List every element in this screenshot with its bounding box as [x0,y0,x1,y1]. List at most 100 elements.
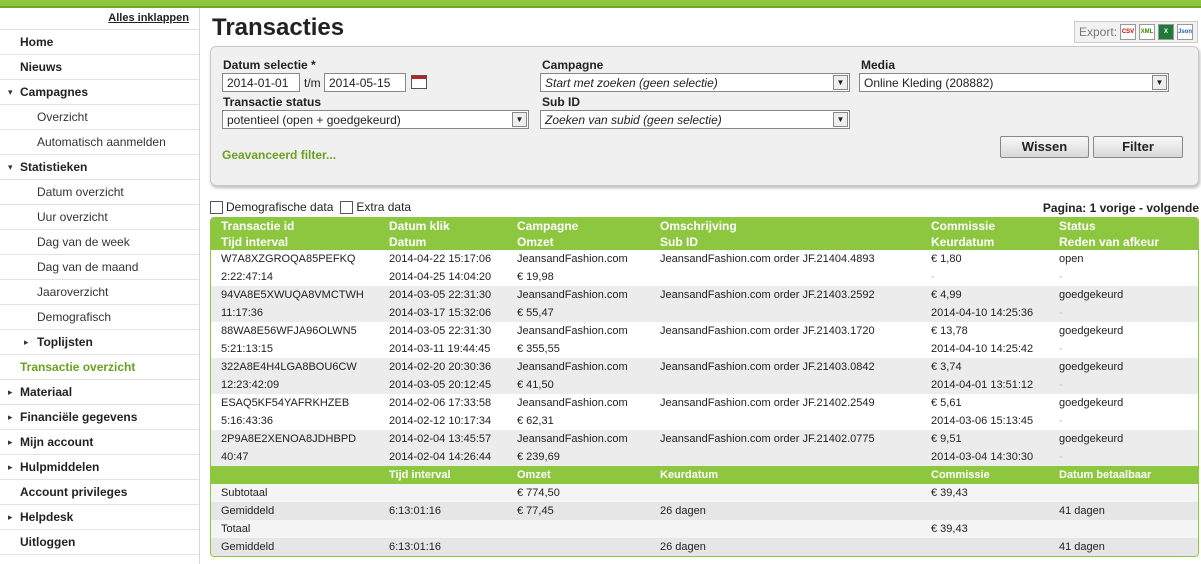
table-cell: - [1049,304,1198,322]
table-cell: open [1049,250,1198,268]
column-header: Datum klik [379,218,507,234]
sidebar-item-account-privileges[interactable]: Account privileges [0,480,199,505]
sidebar-item-statistieken[interactable]: ▾ Statistieken [0,155,199,180]
transaction-status-select[interactable]: potentieel (open + goedgekeurd) ▼ [222,110,529,129]
sidebar-item-label: Toplijsten [37,335,93,349]
summary-cell [379,520,507,538]
table-header: Transactie id Datum klik Campagne Omschrijv… [211,218,1198,250]
sidebar-item-dag-van-de-maand[interactable]: Dag van de maand [0,255,199,280]
filter-button[interactable]: Filter [1093,136,1183,158]
sidebar-item-dag-van-de-week[interactable]: Dag van de week [0,230,199,255]
table-row[interactable]: 12:23:42:09 2014-03-05 20:12:45 € 41,50 201… [211,376,1198,394]
export-excel-icon[interactable]: X [1158,24,1174,40]
next-page-link[interactable]: volgende [1146,201,1199,215]
sidebar-item-home[interactable]: Home [0,30,199,55]
table-cell: - [1049,448,1198,466]
table-cell: 2:22:47:14 [211,268,379,286]
table-row[interactable]: ESAQ5KF54YAFRKHZEB 2014-02-06 17:33:58 Jea… [211,394,1198,412]
sidebar-item-financi-le-gegevens[interactable]: ▸ Financiële gegevens [0,405,199,430]
demographic-data-checkbox[interactable] [210,200,223,214]
subid-select[interactable]: Zoeken van subid (geen selectie) ▼ [540,110,850,129]
table-cell: JeansandFashion.com order JF.21403.1720 [650,322,921,340]
extra-data-checkbox[interactable] [340,200,354,214]
sidebar-item-automatisch-aanmelden[interactable]: Automatisch aanmelden [0,130,199,155]
sidebar-item-label: Campagnes [20,85,89,99]
subid-select-value: Zoeken van subid (geen selectie) [545,113,722,127]
media-label: Media [861,58,896,72]
date-from-field[interactable]: 2014-01-01 [222,73,300,92]
table-cell: 2014-03-17 15:32:06 [379,304,507,322]
table-row[interactable]: 2P9A8E2XENOA8JDHBPD 2014-02-04 13:45:57 Je… [211,430,1198,448]
table-cell: JeansandFashion.com [507,430,650,448]
previous-page-link[interactable]: vorige [1100,201,1136,215]
sidebar-item-nieuws[interactable]: Nieuws [0,55,199,80]
table-cell: 2014-04-22 15:17:06 [379,250,507,268]
sidebar-item-uitloggen[interactable]: Uitloggen [0,530,199,555]
sidebar-item-label: Materiaal [20,385,73,399]
sidebar-item-demografisch[interactable]: Demografisch [0,305,199,330]
chevron-down-icon: ▼ [512,112,527,127]
sidebar-item-campagnes[interactable]: ▾ Campagnes [0,80,199,105]
table-row[interactable]: 5:16:43:36 2014-02-12 10:17:34 € 62,31 2014… [211,412,1198,430]
sidebar-item-helpdesk[interactable]: ▸ Helpdesk [0,505,199,530]
sidebar-item-label: Account privileges [20,485,128,499]
table-cell: goedgekeurd [1049,322,1198,340]
calendar-icon[interactable] [411,75,427,89]
summary-row: Totaal € 39,43 [211,520,1198,538]
filter-panel: Datum selectie * 2014-01-01 t/m 2014-05-… [210,46,1199,186]
advanced-filter-link[interactable]: Geavanceerd filter... [222,148,336,162]
chevron-down-icon: ▾ [8,162,13,172]
sidebar-item-jaaroverzicht[interactable]: Jaaroverzicht [0,280,199,305]
date-to-field[interactable]: 2014-05-15 [324,73,406,92]
sidebar-item-datum-overzicht[interactable]: Datum overzicht [0,180,199,205]
table-row[interactable]: 94VA8E5XWUQA8VMCTWH 2014-03-05 22:31:30 Je… [211,286,1198,304]
column-header: Sub ID [650,234,921,250]
table-cell [650,412,921,430]
table-cell: ESAQ5KF54YAFRKHZEB [211,394,379,412]
table-cell: € 355,55 [507,340,650,358]
data-options: Demografische data Extra data [210,200,411,214]
sidebar-item-transactie-overzicht[interactable]: Transactie overzicht [0,355,199,380]
chevron-right-icon: ▸ [8,512,13,522]
sidebar-item-hulpmiddelen[interactable]: ▸ Hulpmiddelen [0,455,199,480]
table-cell: 2014-03-06 15:13:45 [921,412,1049,430]
table-cell: 2014-04-10 14:25:42 [921,340,1049,358]
table-cell: - [1049,340,1198,358]
clear-button[interactable]: Wissen [1000,136,1089,158]
table-body: W7A8XZGROQA85PEFKQ 2014-04-22 15:17:06 Jea… [211,250,1198,556]
table-cell: - [1049,376,1198,394]
campaign-select[interactable]: Start met zoeken (geen selectie) ▼ [540,73,850,92]
summary-cell: € 77,45 [507,502,650,520]
export-xml-icon[interactable]: XML [1139,24,1155,40]
chevron-right-icon: ▸ [8,462,13,472]
export-json-icon[interactable]: Json [1177,24,1193,40]
sidebar-item-label: Transactie overzicht [20,360,136,374]
summary-header-cell: Datum betaalbaar [1049,466,1198,484]
table-cell: 2014-02-04 14:26:44 [379,448,507,466]
sidebar-item-overzicht[interactable]: Overzicht [0,105,199,130]
table-row[interactable]: W7A8XZGROQA85PEFKQ 2014-04-22 15:17:06 Jea… [211,250,1198,268]
table-row[interactable]: 322A8E4H4LGA8BOU6CW 2014-02-20 20:30:36 Je… [211,358,1198,376]
sidebar-item-label: Dag van de maand [37,260,139,274]
table-cell: 2014-02-06 17:33:58 [379,394,507,412]
collapse-all-link[interactable]: Alles inklappen [0,8,199,30]
media-select[interactable]: Online Kleding (208882) ▼ [859,73,1169,92]
column-header: Tijd interval [211,234,379,250]
sidebar-item-mijn-account[interactable]: ▸ Mijn account [0,430,199,455]
summary-cell [921,502,1049,520]
table-row[interactable]: 88WA8E56WFJA96OLWN5 2014-03-05 22:31:30 Je… [211,322,1198,340]
table-cell: 322A8E4H4LGA8BOU6CW [211,358,379,376]
sidebar-item-uur-overzicht[interactable]: Uur overzicht [0,205,199,230]
date-range-separator: t/m [304,76,321,90]
sidebar-item-toplijsten[interactable]: ▸ Toplijsten [0,330,199,355]
table-row[interactable]: 40:47 2014-02-04 14:26:44 € 239,69 2014-03-… [211,448,1198,466]
export-csv-icon[interactable]: CSV [1120,24,1136,40]
table-cell [650,340,921,358]
table-cell: 40:47 [211,448,379,466]
column-header: Commissie [921,218,1049,234]
table-row[interactable]: 2:22:47:14 2014-04-25 14:04:20 € 19,98 - - [211,268,1198,286]
table-row[interactable]: 5:21:13:15 2014-03-11 19:44:45 € 355,55 201… [211,340,1198,358]
sidebar-item-materiaal[interactable]: ▸ Materiaal [0,380,199,405]
summary-cell: Gemiddeld [211,502,379,520]
table-row[interactable]: 11:17:36 2014-03-17 15:32:06 € 55,47 2014-0… [211,304,1198,322]
